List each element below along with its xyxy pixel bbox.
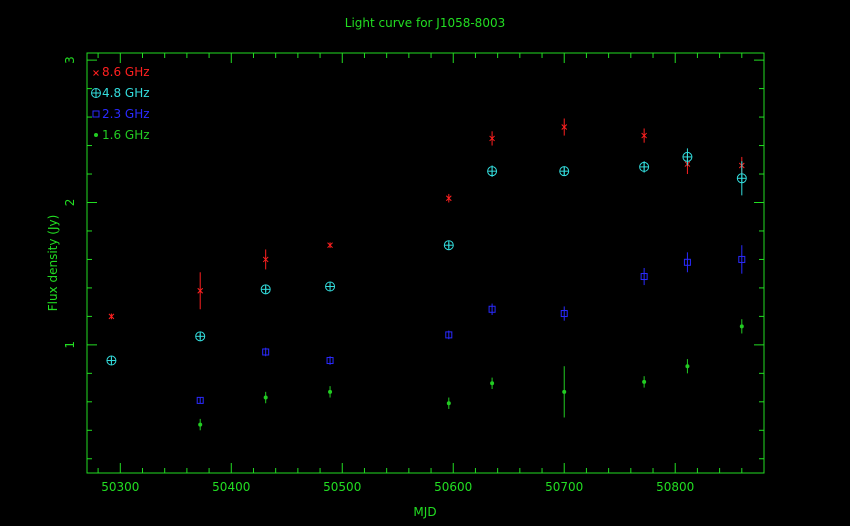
circle-plus-marker — [559, 166, 570, 177]
circle-plus-marker — [487, 166, 498, 177]
dot-marker — [263, 395, 268, 400]
legend-item: 8.6 GHz — [93, 65, 150, 79]
legend-label: 8.6 GHz — [102, 65, 150, 79]
plot-frame — [86, 52, 765, 474]
dot-marker — [685, 364, 690, 369]
circle-plus-marker — [682, 151, 693, 162]
data-marks — [106, 118, 747, 431]
circle-plus-marker — [639, 161, 650, 172]
circle-plus-marker — [736, 173, 747, 184]
axis-tick-labels: 50300 50400 50500 50600 50700 50800 1 2 3 — [63, 56, 694, 494]
legend-label: 1.6 GHz — [102, 128, 150, 142]
circle-plus-marker — [260, 284, 271, 295]
legend-item: 4.8 GHz — [91, 86, 150, 100]
circle-plus-marker — [443, 240, 454, 251]
x-tick-label: 50500 — [323, 480, 361, 494]
x-axis-label: MJD — [413, 505, 436, 519]
x-tick-label: 50700 — [545, 480, 583, 494]
dot-marker — [198, 422, 203, 427]
x-tick-label: 50800 — [656, 480, 694, 494]
axis-ticks — [87, 53, 765, 473]
dot-marker — [328, 389, 333, 394]
square-marker — [92, 110, 100, 118]
y-tick-label: 1 — [63, 341, 77, 349]
y-tick-label: 2 — [63, 199, 77, 207]
x-marker — [93, 70, 99, 76]
dot-marker — [446, 401, 451, 406]
x-tick-label: 50300 — [101, 480, 139, 494]
y-axis-label: Flux density (Jy) — [46, 215, 60, 312]
y-tick-label: 3 — [63, 56, 77, 64]
dot-marker — [490, 381, 495, 386]
x-tick-label: 50400 — [212, 480, 250, 494]
circle-plus-marker — [195, 331, 206, 342]
dot-marker — [94, 133, 98, 137]
series-4-8-ghz — [106, 148, 747, 366]
circle-plus-marker — [91, 88, 101, 98]
circle-plus-marker — [325, 281, 336, 292]
series-2-3-ghz — [196, 245, 746, 404]
legend-label: 4.8 GHz — [102, 86, 150, 100]
legend-item: 1.6 GHz — [94, 128, 150, 142]
series-8-6-ghz — [108, 118, 745, 320]
legend: 8.6 GHz 4.8 GHz 2.3 GHz 1.6 GHz — [91, 65, 150, 142]
legend-label: 2.3 GHz — [102, 107, 150, 121]
x-tick-label: 50600 — [434, 480, 472, 494]
dot-marker — [739, 324, 744, 329]
light-curve-chart: 50300 50400 50500 50600 50700 50800 1 2 3 Light … — [46, 16, 765, 519]
legend-item: 2.3 GHz — [92, 107, 150, 121]
series-1-6-ghz — [198, 319, 744, 431]
dot-marker — [562, 389, 567, 394]
chart-title: Light curve for J1058-8003 — [345, 16, 505, 30]
circle-plus-marker — [106, 355, 117, 366]
dot-marker — [642, 379, 647, 384]
